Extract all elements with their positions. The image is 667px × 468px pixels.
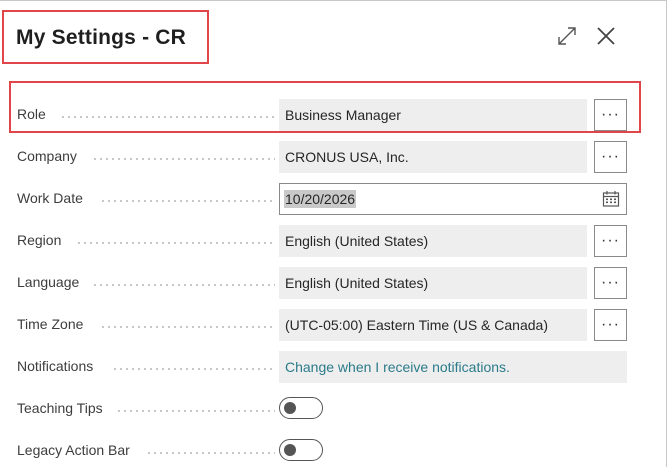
toggle-knob [284,444,296,456]
toggle-knob [284,402,296,414]
dot-leader [100,200,275,202]
dialog-title: My Settings - CR [16,26,187,49]
dot-leader [76,242,275,244]
region-field[interactable]: English (United States) [279,225,587,257]
teaching-tips-toggle[interactable] [279,397,323,419]
close-x-icon [597,27,615,45]
teaching-tips-row: Teaching Tips [0,392,667,426]
company-label: Company [17,148,77,164]
time-zone-label: Time Zone [17,316,84,332]
legacy-action-bar-row: Legacy Action Bar [0,434,667,468]
language-row: Language English (United States) ··· [0,266,667,300]
region-more-button[interactable]: ··· [594,225,627,257]
dot-leader [116,410,275,412]
dot-leader [92,158,275,160]
close-button[interactable] [591,21,621,51]
role-row: Role Business Manager ··· [0,98,667,132]
role-label: Role [17,106,46,122]
region-row: Region English (United States) ··· [0,224,667,258]
work-date-value: 10/20/2026 [284,190,357,208]
company-more-button[interactable]: ··· [594,141,627,173]
time-zone-more-button[interactable]: ··· [594,309,627,341]
notifications-row: Notifications Change when I receive noti… [0,350,667,384]
my-settings-dialog: My Settings - CR Role Business Manager ·… [0,0,667,467]
company-field[interactable]: CRONUS USA, Inc. [279,141,587,173]
legacy-action-bar-toggle[interactable] [279,439,323,461]
notifications-label: Notifications [17,358,94,374]
dot-leader [100,326,275,328]
time-zone-row: Time Zone (UTC-05:00) Eastern Time (US &… [0,308,667,342]
region-label: Region [17,232,62,248]
language-label: Language [17,274,80,290]
time-zone-field[interactable]: (UTC-05:00) Eastern Time (US & Canada) [279,309,587,341]
role-more-button[interactable]: ··· [594,99,627,131]
notifications-link[interactable]: Change when I receive notifications. [279,351,627,383]
dot-leader [146,452,275,454]
expand-diagonal-icon [558,27,576,45]
calendar-icon[interactable] [602,190,620,208]
dot-leader [92,284,275,286]
language-field[interactable]: English (United States) [279,267,587,299]
teaching-tips-label: Teaching Tips [17,400,103,416]
legacy-action-bar-label: Legacy Action Bar [17,442,130,458]
expand-button[interactable] [552,21,582,51]
work-date-row: Work Date 10/20/2026 [0,182,667,216]
dot-leader [112,368,275,370]
work-date-input[interactable]: 10/20/2026 [279,183,627,215]
role-field[interactable]: Business Manager [279,99,587,131]
language-more-button[interactable]: ··· [594,267,627,299]
company-row: Company CRONUS USA, Inc. ··· [0,140,667,174]
work-date-label: Work Date [17,190,83,206]
dot-leader [60,116,275,118]
